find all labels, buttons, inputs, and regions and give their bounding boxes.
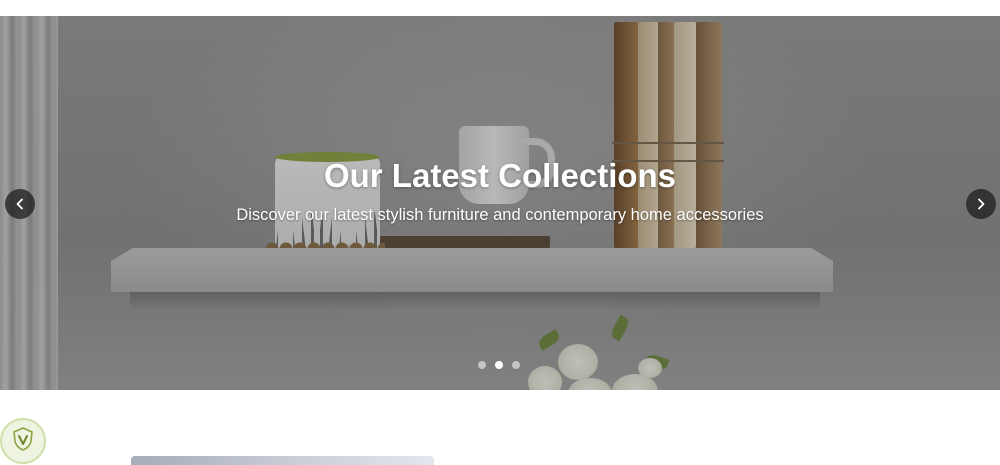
carousel-dot-2[interactable] <box>495 361 503 369</box>
chevron-right-icon <box>975 195 987 214</box>
hero-title: Our Latest Collections <box>323 157 677 194</box>
content-card-top <box>131 456 434 465</box>
site-logo[interactable] <box>0 418 46 464</box>
carousel-dot-1[interactable] <box>478 361 486 369</box>
carousel-indicators <box>478 361 520 369</box>
hero-carousel: Our Latest Collections Discover our late… <box>0 16 1000 390</box>
shield-leaf-logo-icon <box>9 425 37 457</box>
carousel-prev-button[interactable] <box>5 189 35 219</box>
carousel-next-button[interactable] <box>966 189 996 219</box>
carousel-dot-3[interactable] <box>512 361 520 369</box>
hero-overlay <box>0 16 1000 390</box>
hero-subtitle: Discover our latest stylish furniture an… <box>236 206 764 224</box>
chevron-left-icon <box>14 195 26 214</box>
